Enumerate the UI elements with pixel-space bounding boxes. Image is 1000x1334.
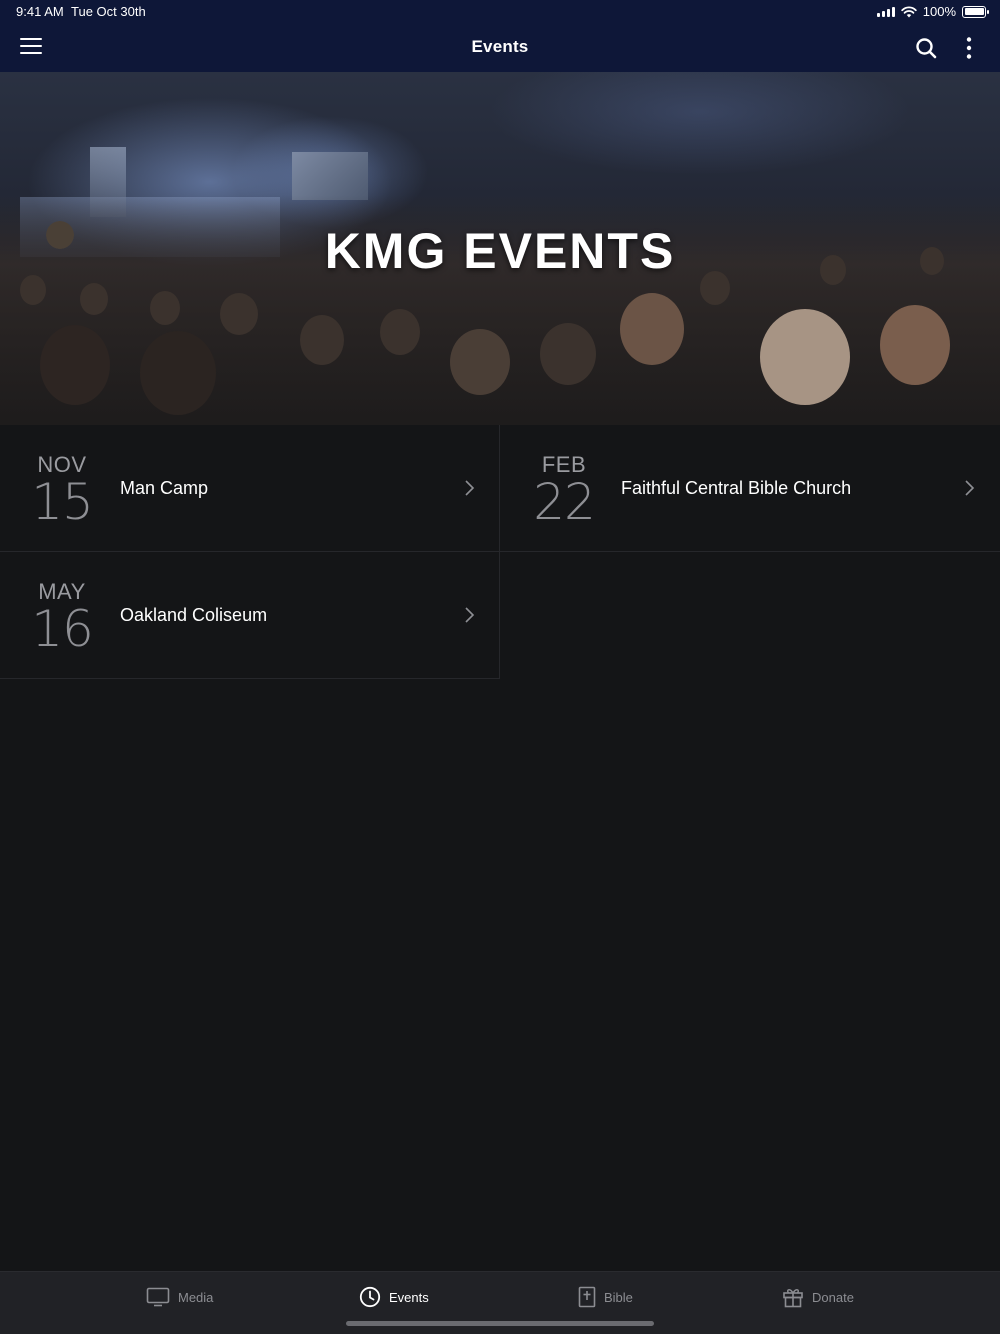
event-name: Man Camp xyxy=(120,478,209,498)
tab-donate[interactable]: Donate xyxy=(782,1285,854,1309)
event-name: Oakland Coliseum xyxy=(120,605,268,625)
event-day: 22 xyxy=(533,473,596,531)
event-item[interactable]: MAY 16 Oakland Coliseum xyxy=(0,552,500,679)
hero-banner: KMG EVENTS xyxy=(0,72,1000,425)
event-name: Faithful Central Bible Church xyxy=(621,478,852,498)
event-day: 16 xyxy=(31,600,94,658)
cellular-signal-icon xyxy=(876,6,895,17)
status-date: Tue Oct 30th xyxy=(71,4,146,19)
tab-media[interactable]: Media xyxy=(146,1285,213,1309)
status-time: 9:41 AM xyxy=(16,4,64,19)
status-right: 100% xyxy=(876,4,989,19)
clock-icon xyxy=(359,1286,381,1308)
chevron-right-icon xyxy=(465,480,475,496)
gift-icon xyxy=(783,1289,803,1308)
home-indicator[interactable] xyxy=(346,1321,654,1326)
wifi-icon xyxy=(901,5,917,17)
tab-events-label: Events xyxy=(389,1289,429,1305)
tab-bible[interactable]: Bible xyxy=(578,1285,633,1309)
search-icon[interactable] xyxy=(914,36,938,60)
tab-bible-label: Bible xyxy=(604,1289,633,1305)
page-title: Events xyxy=(471,37,529,56)
top-bar: 9:41 AM Tue Oct 30th 100% Events xyxy=(0,0,1000,72)
hero-title: KMG EVENTS xyxy=(324,223,676,279)
tv-icon xyxy=(146,1287,170,1307)
event-day: 15 xyxy=(31,473,94,531)
tab-media-label: Media xyxy=(178,1289,214,1305)
battery-icon xyxy=(962,5,989,18)
bible-icon xyxy=(578,1286,596,1308)
chevron-right-icon xyxy=(465,607,475,623)
tab-donate-label: Donate xyxy=(812,1289,854,1305)
more-vertical-icon[interactable] xyxy=(960,36,978,60)
event-item[interactable]: NOV 15 Man Camp xyxy=(0,425,500,552)
chevron-right-icon xyxy=(965,480,975,496)
event-item[interactable]: FEB 22 Faithful Central Bible Church xyxy=(500,425,1000,552)
stage-screen-image xyxy=(292,152,368,200)
tab-events[interactable]: Events xyxy=(359,1285,429,1309)
battery-percent: 100% xyxy=(922,4,956,19)
status-bar: 9:41 AM Tue Oct 30th 100% xyxy=(0,0,1000,24)
